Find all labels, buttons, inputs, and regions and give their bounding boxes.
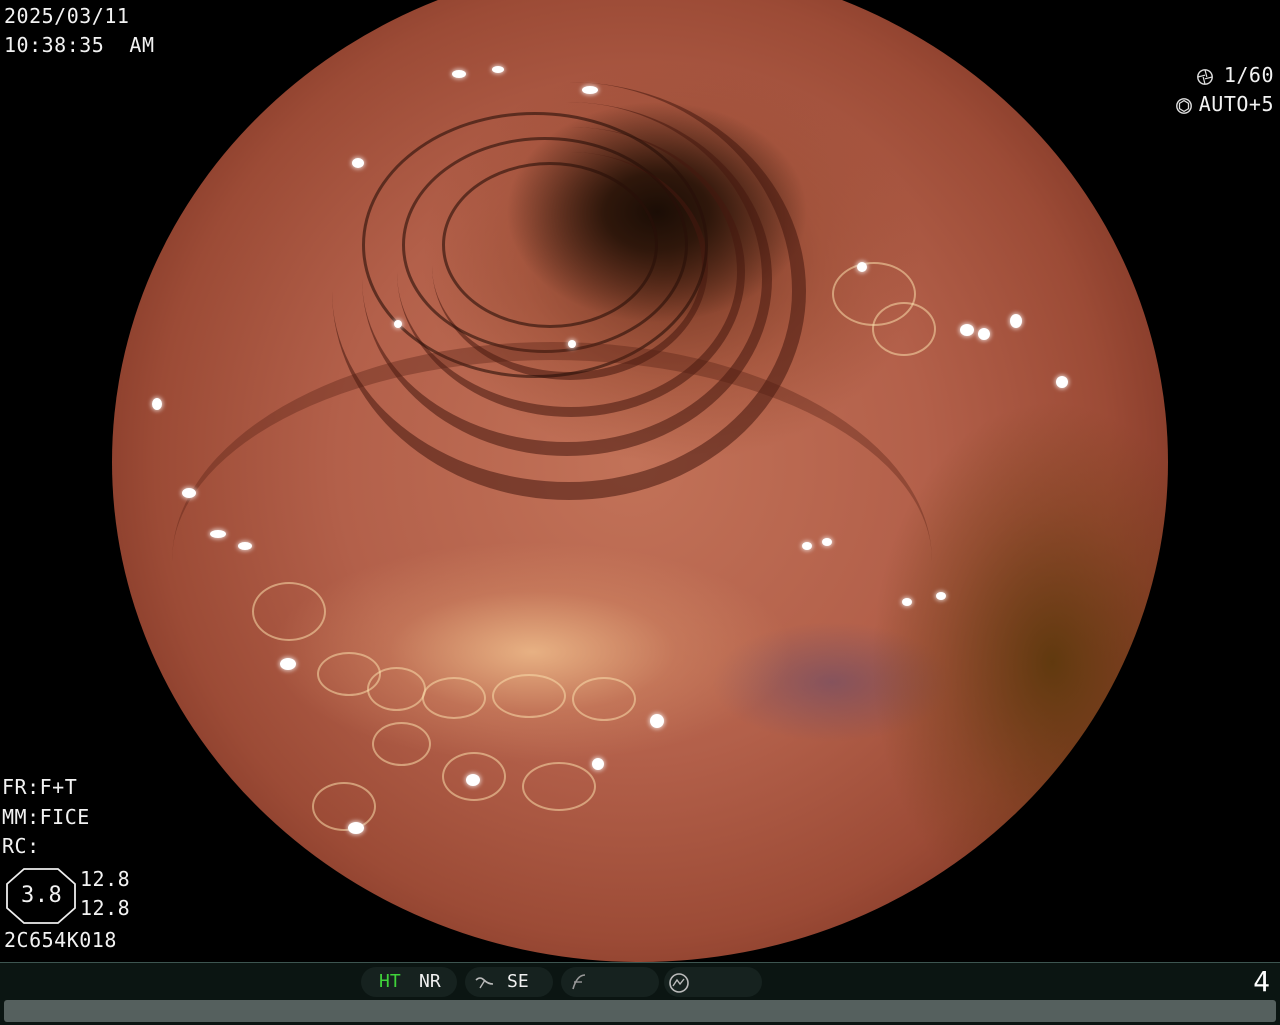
specular-glint bbox=[936, 592, 946, 600]
foam-bubble bbox=[522, 762, 596, 811]
specular-glint bbox=[394, 320, 402, 328]
status-bar-lower-strip bbox=[4, 1000, 1276, 1022]
foam-bubble bbox=[422, 677, 486, 719]
specular-glint bbox=[978, 328, 990, 340]
function-group[interactable] bbox=[561, 967, 659, 997]
specular-glint bbox=[960, 324, 974, 336]
specular-glint bbox=[1010, 314, 1022, 328]
nr-indicator: NR bbox=[419, 971, 441, 992]
specular-glint bbox=[466, 774, 480, 786]
status-bar: HT NR SE 4 bbox=[0, 962, 1280, 1025]
page-number: 4 bbox=[1253, 965, 1270, 998]
mm-mode: MM:FICE bbox=[2, 805, 90, 829]
specular-glint bbox=[492, 66, 504, 73]
ht-indicator: HT bbox=[379, 971, 401, 992]
specular-glint bbox=[352, 158, 364, 168]
endoscope-view bbox=[112, 0, 1168, 962]
specular-glint bbox=[582, 86, 598, 94]
specular-glint bbox=[210, 530, 226, 538]
foam-bubble bbox=[367, 667, 426, 711]
lumen-ring bbox=[442, 162, 658, 328]
foam-bubble bbox=[492, 674, 566, 718]
circle-value: 3.8 bbox=[21, 883, 63, 908]
specular-glint bbox=[452, 70, 466, 78]
foam-bubble bbox=[872, 302, 936, 356]
specular-glint bbox=[822, 538, 832, 546]
value-top: 12.8 bbox=[80, 867, 131, 891]
specular-glint bbox=[568, 340, 576, 348]
foam-bubble bbox=[572, 677, 636, 721]
gauge-icon bbox=[669, 973, 689, 993]
foam-bubble bbox=[312, 782, 376, 831]
device-code: 2C654K018 bbox=[4, 928, 117, 952]
specular-glint bbox=[1056, 376, 1068, 388]
se-indicator: SE bbox=[507, 971, 529, 992]
ht-nr-group[interactable]: HT NR bbox=[361, 967, 457, 997]
time-text: 10:38:35 AM bbox=[4, 33, 155, 57]
specular-glint bbox=[280, 658, 296, 670]
mucosal-fold bbox=[172, 342, 932, 780]
gauge-group[interactable] bbox=[664, 967, 762, 997]
specular-glint bbox=[857, 262, 867, 272]
rc-mode: RC: bbox=[2, 834, 40, 858]
specular-glint bbox=[802, 542, 812, 550]
specular-glint bbox=[592, 758, 604, 770]
value-bottom: 12.8 bbox=[80, 896, 131, 920]
specular-glint bbox=[348, 822, 364, 834]
iris-icon bbox=[1175, 97, 1192, 114]
curve-icon bbox=[475, 977, 494, 989]
specular-glint bbox=[238, 542, 252, 550]
se-group[interactable]: SE bbox=[465, 967, 553, 997]
specular-glint bbox=[152, 398, 162, 410]
specular-glint bbox=[902, 598, 912, 606]
foam-bubble bbox=[372, 722, 431, 766]
fr-mode: FR:F+T bbox=[2, 775, 78, 799]
function-icon bbox=[572, 974, 586, 990]
exposure-readout: AUTO+5 bbox=[1150, 61, 1274, 119]
foam-bubble bbox=[252, 582, 326, 641]
exposure-value: AUTO+5 bbox=[1198, 92, 1274, 116]
specular-glint bbox=[650, 714, 664, 728]
date-text: 2025/03/11 bbox=[4, 4, 130, 28]
specular-glint bbox=[182, 488, 196, 498]
